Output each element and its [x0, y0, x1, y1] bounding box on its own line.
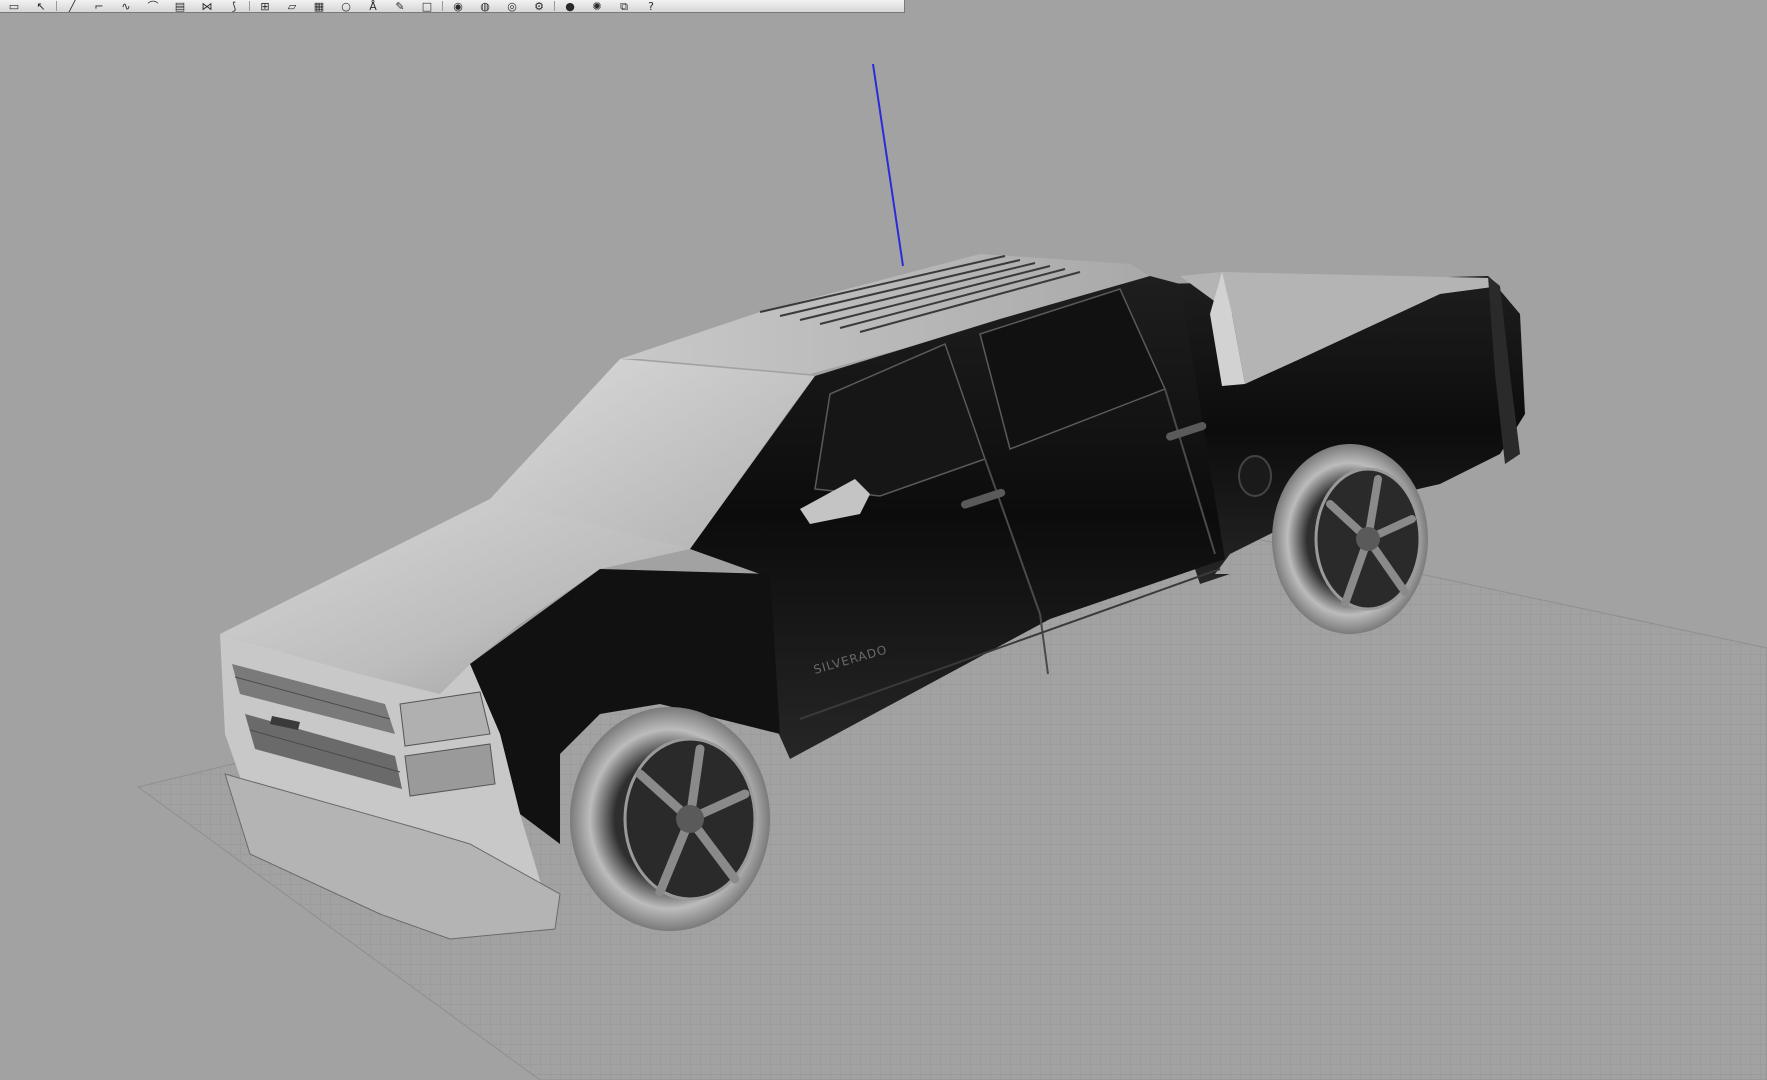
copy-icon: ⧉: [620, 0, 628, 13]
gear-icon: ⚙: [534, 0, 544, 13]
grid-icon: ⊞: [260, 0, 270, 13]
rear-wheel: [1272, 444, 1428, 634]
help-icon: ?: [648, 0, 654, 13]
dimension-button[interactable]: Å: [361, 0, 385, 13]
torus-button[interactable]: ◎: [500, 0, 524, 13]
pen-button[interactable]: ✎: [388, 0, 412, 13]
globe-button[interactable]: ◍: [473, 0, 497, 13]
grid-button[interactable]: ⊞: [253, 0, 277, 13]
z-axis-line: [872, 63, 904, 267]
sphere-button[interactable]: ◉: [446, 0, 470, 13]
line-icon: ╱: [68, 0, 76, 13]
help-button[interactable]: ?: [639, 0, 663, 13]
arrow-select-icon: ↖: [36, 0, 46, 13]
toolbar-separator: [56, 1, 57, 11]
mesh-icon: ▦: [313, 0, 325, 13]
sweep-icon: ⟆: [231, 0, 237, 13]
curve-button[interactable]: ∿: [114, 0, 138, 13]
circle-icon: ○: [341, 0, 351, 13]
gear-button[interactable]: ⚙: [527, 0, 551, 13]
main-toolbar: ▭ ↖ ╱ ⌐ ∿ ⌒ ▤ ⋈ ⟆ ⊞ ▱ ▦ ○ Å ✎ □ ◉ ◍ ◎ ⚙ ● ✺ ⧉?: [0, 0, 905, 13]
light-button[interactable]: ✺: [585, 0, 609, 13]
toolbar-separator: [442, 1, 443, 11]
light-icon: ✺: [592, 0, 602, 13]
front-wheel: [570, 707, 770, 931]
circle-button[interactable]: ○: [334, 0, 358, 13]
plane-icon: ▱: [287, 0, 297, 13]
polyline-button[interactable]: ⌐: [87, 0, 111, 13]
viewport-canvas[interactable]: SILVERADO: [0, 14, 1767, 1080]
box-icon: □: [421, 0, 433, 13]
arc-button[interactable]: ⌒: [141, 0, 165, 13]
copy-button[interactable]: ⧉: [612, 0, 636, 13]
loft-button[interactable]: ⋈: [195, 0, 219, 13]
arc-icon: ⌒: [147, 0, 159, 13]
dimension-icon: Å: [369, 0, 377, 13]
sweep-button[interactable]: ⟆: [222, 0, 246, 13]
surface-button[interactable]: ▤: [168, 0, 192, 13]
line-button[interactable]: ╱: [60, 0, 84, 13]
loft-icon: ⋈: [201, 0, 213, 13]
pen-icon: ✎: [395, 0, 405, 13]
curve-icon: ∿: [121, 0, 131, 13]
new-file-icon: ▭: [8, 0, 20, 13]
perspective-viewport[interactable]: SILVERADO: [0, 14, 1767, 1080]
render-sphere-button[interactable]: ●: [558, 0, 582, 13]
render-sphere-icon: ●: [565, 0, 575, 13]
plane-button[interactable]: ▱: [280, 0, 304, 13]
box-button[interactable]: □: [415, 0, 439, 13]
mesh-button[interactable]: ▦: [307, 0, 331, 13]
surface-icon: ▤: [174, 0, 186, 13]
toolbar-separator: [249, 1, 250, 11]
arrow-select-button[interactable]: ↖: [29, 0, 53, 13]
new-file-button[interactable]: ▭: [2, 0, 26, 13]
torus-icon: ◎: [507, 0, 517, 13]
sphere-icon: ◉: [453, 0, 463, 13]
globe-icon: ◍: [480, 0, 490, 13]
polyline-icon: ⌐: [94, 0, 104, 13]
toolbar-separator: [554, 1, 555, 11]
